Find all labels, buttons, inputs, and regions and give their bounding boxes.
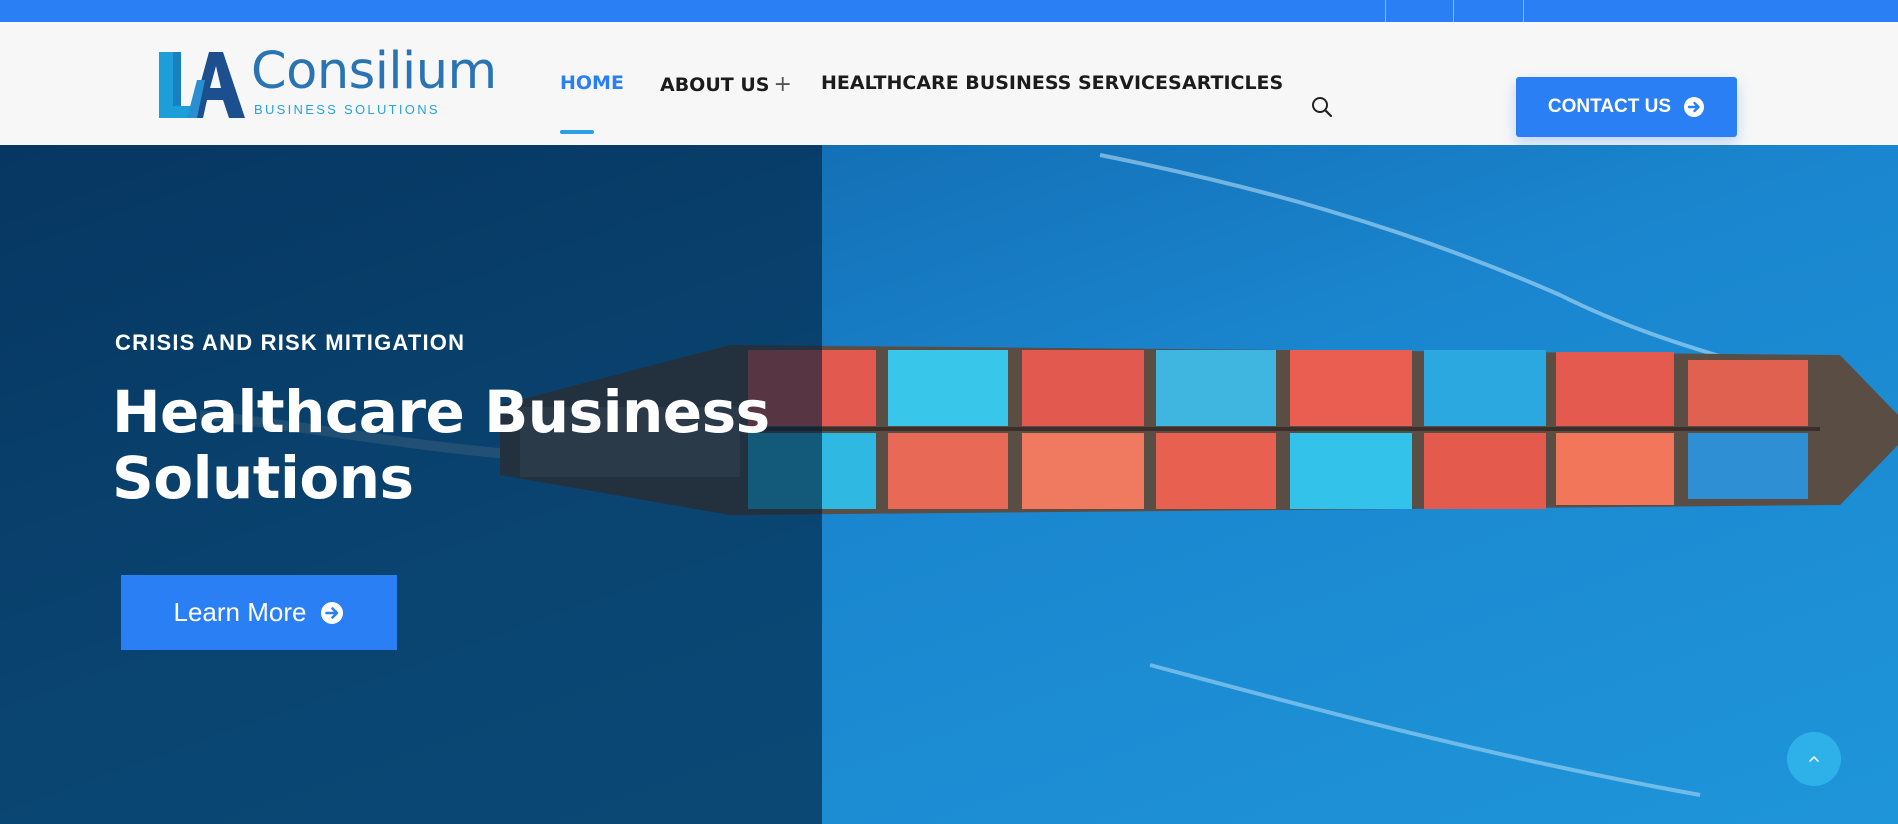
nav-item-label: HEALTHCARE BUSINESS SERVICES — [821, 72, 1182, 94]
nav-item-healthcare-business-services[interactable]: HEALTHCARE BUSINESS SERVICES — [821, 72, 1182, 94]
arrow-circle-right-icon — [1684, 97, 1705, 117]
top-bar-divider — [1385, 0, 1386, 22]
search-icon — [1312, 97, 1333, 118]
search-button[interactable] — [1310, 95, 1334, 119]
nav-item-about-us[interactable]: ABOUT US + — [660, 72, 792, 97]
top-bar — [0, 0, 1898, 22]
nav-item-articles[interactable]: ARTICLES — [1182, 72, 1283, 94]
hero-title: Healthcare Business Solutions — [112, 378, 770, 512]
contact-us-label: CONTACT US — [1547, 96, 1672, 117]
hero-eyebrow: CRISIS AND RISK MITIGATION — [115, 330, 466, 355]
learn-more-label: Learn More — [173, 597, 307, 627]
arrow-circle-right-icon — [321, 601, 344, 624]
hero-banner: CRISIS AND RISK MITIGATION Healthcare Bu… — [0, 145, 1898, 824]
active-nav-indicator — [560, 130, 594, 134]
nav-item-label: ABOUT US — [660, 74, 770, 96]
top-bar-divider — [1453, 0, 1454, 22]
top-bar-divider — [1523, 0, 1524, 22]
scroll-to-top-button[interactable] — [1787, 732, 1841, 786]
contact-us-button[interactable]: CONTACT US — [1516, 77, 1737, 137]
nav-item-home[interactable]: HOME — [560, 72, 624, 94]
site-header: Consilium BUSINESS SOLUTIONS HOME ABOUT … — [0, 22, 1898, 145]
learn-more-button[interactable]: Learn More — [121, 575, 397, 650]
nav-item-label: ARTICLES — [1182, 72, 1284, 94]
nav-item-label: HOME — [560, 72, 624, 94]
chevron-up-icon — [1809, 756, 1819, 762]
plus-icon: + — [773, 72, 792, 97]
